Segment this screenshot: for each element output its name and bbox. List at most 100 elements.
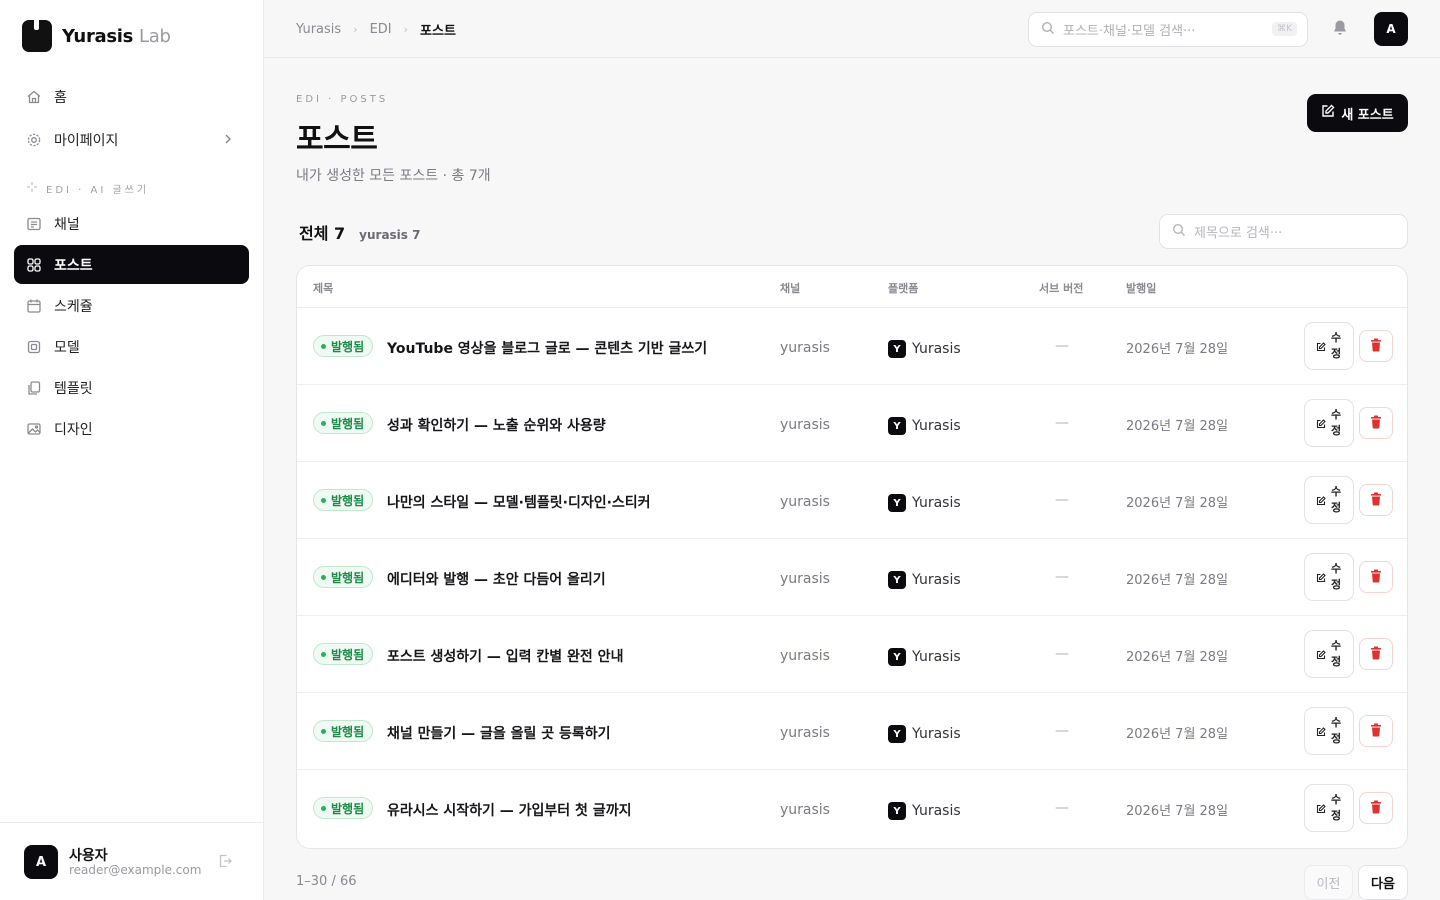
sidebar-item-channel[interactable]: 채널 xyxy=(14,204,249,243)
page-eyebrow: EDI · POSTS xyxy=(296,94,389,105)
edit-label: 수정 xyxy=(1330,639,1342,668)
breadcrumb-item[interactable]: EDI xyxy=(370,22,392,37)
filter-tab-channel[interactable]: yurasis 7 xyxy=(359,228,420,242)
post-title[interactable]: 채널 만들기 — 글을 올릴 곳 등록하기 xyxy=(387,723,611,743)
image-icon xyxy=(26,421,42,437)
column-header-date[interactable]: 발행일 xyxy=(1126,280,1156,296)
table-row[interactable]: 발행됨 포스트 생성하기 — 입력 칸별 완전 안내 yurasis Y Yura… xyxy=(297,616,1407,693)
post-sub-version: — xyxy=(1055,338,1069,354)
post-date: 2026년 7월 28일 xyxy=(1126,573,1229,588)
title-search-input[interactable]: 제목으로 검색··· xyxy=(1159,214,1408,249)
table-row[interactable]: 발행됨 나만의 스타일 — 모델·템플릿·디자인·스티커 yurasis Y Yu… xyxy=(297,462,1407,539)
post-title[interactable]: YouTube 영상을 블로그 글로 — 콘텐츠 기반 글쓰기 xyxy=(387,338,707,358)
status-dot-icon xyxy=(321,574,326,580)
edit-button[interactable]: 수정 xyxy=(1304,784,1354,832)
delete-button[interactable] xyxy=(1359,484,1393,516)
platform-name: Yurasis xyxy=(912,649,961,665)
table-row[interactable]: 발행됨 유라시스 시작하기 — 가입부터 첫 글까지 yurasis Y Yura… xyxy=(297,770,1407,847)
edit-button[interactable]: 수정 xyxy=(1304,630,1354,678)
global-search-input[interactable]: 포스트·채널·모델 검색··· ⌘K xyxy=(1028,12,1308,47)
edit-button[interactable]: 수정 xyxy=(1304,553,1354,601)
platform-logo-icon: Y xyxy=(888,417,906,435)
brand-name: Yurasis Lab xyxy=(62,26,171,47)
post-platform: Y Yurasis xyxy=(888,571,961,589)
post-title[interactable]: 포스트 생성하기 — 입력 칸별 완전 안내 xyxy=(387,646,623,666)
sidebar-section-label: EDI · AI 글쓰기 xyxy=(26,181,149,196)
column-header-channel[interactable]: 채널 xyxy=(780,280,800,296)
next-page-button[interactable]: 다음 xyxy=(1358,865,1408,900)
delete-button[interactable] xyxy=(1359,792,1393,824)
search-placeholder: 제목으로 검색··· xyxy=(1194,226,1283,241)
table-row[interactable]: 발행됨 성과 확인하기 — 노출 순위와 사용량 yurasis Y Yurasi… xyxy=(297,385,1407,462)
logout-icon[interactable] xyxy=(217,853,233,873)
edit-button[interactable]: 수정 xyxy=(1304,399,1354,447)
post-sub-version: — xyxy=(1055,492,1069,508)
sparkle-icon xyxy=(26,181,38,196)
trash-icon xyxy=(1370,799,1382,818)
avatar[interactable]: A xyxy=(24,845,58,879)
status-dot-icon xyxy=(321,497,326,503)
edit-button[interactable]: 수정 xyxy=(1304,476,1354,524)
table-row[interactable]: 발행됨 에디터와 발행 — 초안 다듬어 올리기 yurasis Y Yurasi… xyxy=(297,539,1407,616)
post-channel: yurasis xyxy=(780,725,830,741)
post-platform: Y Yurasis xyxy=(888,340,961,358)
post-channel: yurasis xyxy=(780,648,830,664)
home-icon xyxy=(26,89,42,105)
trash-icon xyxy=(1370,568,1382,587)
table-row[interactable]: 발행됨 YouTube 영상을 블로그 글로 — 콘텐츠 기반 글쓰기 yura… xyxy=(297,308,1407,385)
breadcrumb-item[interactable]: Yurasis xyxy=(296,22,341,37)
sidebar-item-schedule[interactable]: 스케쥴 xyxy=(14,286,249,325)
sidebar-item-mypage[interactable]: 마이페이지 xyxy=(14,120,249,159)
table-row[interactable]: 발행됨 채널 만들기 — 글을 올릴 곳 등록하기 yurasis Y Yuras… xyxy=(297,693,1407,770)
delete-button[interactable] xyxy=(1359,407,1393,439)
post-title[interactable]: 성과 확인하기 — 노출 순위와 사용량 xyxy=(387,415,606,435)
platform-logo-icon: Y xyxy=(888,571,906,589)
status-dot-icon xyxy=(321,651,326,657)
edit-square-icon xyxy=(1321,104,1335,122)
section-label-text: EDI · AI 글쓰기 xyxy=(46,185,150,196)
delete-button[interactable] xyxy=(1359,330,1393,362)
trash-icon xyxy=(1370,722,1382,741)
sidebar-item-label: 스케쥴 xyxy=(54,298,93,315)
trash-icon xyxy=(1370,645,1382,664)
sidebar: Yurasis Lab 홈 마이페이지 EDI · AI 글쓰기 채널 포스트 … xyxy=(0,0,264,900)
delete-button[interactable] xyxy=(1359,561,1393,593)
post-channel: yurasis xyxy=(780,417,830,433)
status-dot-icon xyxy=(321,420,326,426)
post-title[interactable]: 에디터와 발행 — 초안 다듬어 올리기 xyxy=(387,569,606,589)
shortcut-badge: ⌘K xyxy=(1272,22,1297,36)
breadcrumb: Yurasis › EDI › 포스트 xyxy=(296,20,456,39)
brand[interactable]: Yurasis Lab xyxy=(22,18,171,52)
table-header: 제목 채널 플랫폼 서브 버전 발행일 xyxy=(297,266,1407,308)
sidebar-item-model[interactable]: 모델 xyxy=(14,327,249,366)
delete-button[interactable] xyxy=(1359,715,1393,747)
filter-tab-all[interactable]: 전체 7 xyxy=(299,220,345,244)
platform-logo-icon: Y xyxy=(888,802,906,820)
prev-page-button[interactable]: 이전 xyxy=(1304,865,1353,900)
sidebar-item-label: 템플릿 xyxy=(54,380,93,397)
post-channel: yurasis xyxy=(780,494,830,510)
bell-icon[interactable] xyxy=(1332,19,1348,41)
sidebar-item-template[interactable]: 템플릿 xyxy=(14,368,249,407)
post-title[interactable]: 유라시스 시작하기 — 가입부터 첫 글까지 xyxy=(387,800,631,820)
edit-button[interactable]: 수정 xyxy=(1304,707,1354,755)
avatar[interactable]: A xyxy=(1374,12,1408,46)
edit-button[interactable]: 수정 xyxy=(1304,322,1354,370)
pencil-icon xyxy=(1316,645,1326,664)
sidebar-item-posts[interactable]: 포스트 xyxy=(14,245,249,284)
platform-name: Yurasis xyxy=(912,726,961,742)
new-post-button[interactable]: 새 포스트 xyxy=(1307,94,1408,132)
trash-icon xyxy=(1370,337,1382,356)
column-header-title[interactable]: 제목 xyxy=(313,280,333,296)
sidebar-item-home[interactable]: 홈 xyxy=(14,77,249,116)
sidebar-item-design[interactable]: 디자인 xyxy=(14,409,249,448)
delete-button[interactable] xyxy=(1359,638,1393,670)
post-date: 2026년 7월 28일 xyxy=(1126,342,1229,357)
post-title[interactable]: 나만의 스타일 — 모델·템플릿·디자인·스티커 xyxy=(387,492,651,512)
column-header-sub-version[interactable]: 서브 버전 xyxy=(1039,280,1083,296)
status-badge: 발행됨 xyxy=(313,566,374,588)
column-header-platform[interactable]: 플랫폼 xyxy=(888,280,918,296)
search-placeholder: 포스트·채널·모델 검색··· xyxy=(1063,24,1196,39)
post-date: 2026년 7월 28일 xyxy=(1126,419,1229,434)
new-post-label: 새 포스트 xyxy=(1341,107,1394,123)
